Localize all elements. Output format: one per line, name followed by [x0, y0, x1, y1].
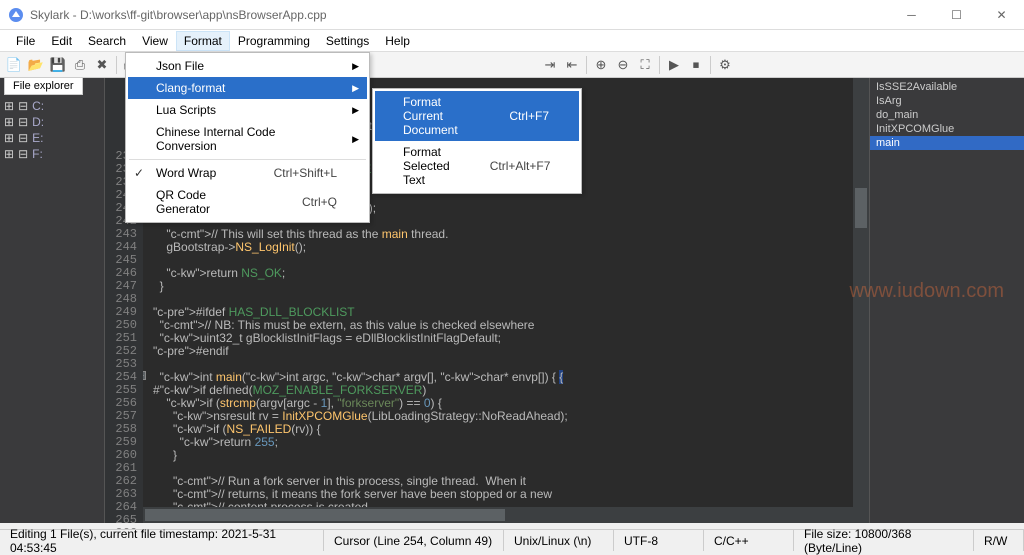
code-line[interactable]: "c-kw">return 255; [153, 436, 869, 449]
menu-format[interactable]: Format [176, 31, 230, 51]
menuitem-chinese-internal-code-conversion[interactable]: Chinese Internal Code Conversion▶ [128, 121, 367, 157]
code-line[interactable]: "c-pre">#endif [153, 345, 869, 358]
file-explorer-tab[interactable]: File explorer [4, 77, 83, 95]
code-line[interactable]: } [153, 449, 869, 462]
stop-icon[interactable]: ⏹ [686, 55, 706, 75]
menu-edit[interactable]: Edit [43, 31, 80, 51]
save-all-icon[interactable]: ⎙ [70, 55, 90, 75]
save-icon[interactable]: 💾 [48, 55, 68, 75]
indent-icon[interactable]: ⇥ [540, 55, 560, 75]
drive-C[interactable]: ⊞⊟C: [0, 98, 104, 114]
status-language[interactable]: C/C++ [704, 530, 794, 551]
title-bar: Skylark - D:\works\ff-git\browser\app\ns… [0, 0, 1024, 30]
symbol-IsArg[interactable]: IsArg [870, 94, 1024, 108]
menu-programming[interactable]: Programming [230, 31, 318, 51]
fullscreen-icon[interactable]: ⛶ [635, 55, 655, 75]
code-line[interactable]: "c-kw">uint32_t gBlocklistInitFlags = eD… [153, 332, 869, 345]
status-file-info: Editing 1 File(s), current file timestam… [0, 530, 324, 551]
symbol-do_main[interactable]: do_main [870, 108, 1024, 122]
close-file-icon[interactable]: ✖ [92, 55, 112, 75]
symbol-InitXPCOMGlue[interactable]: InitXPCOMGlue [870, 122, 1024, 136]
drive-F[interactable]: ⊞⊟F: [0, 146, 104, 162]
code-line[interactable]: "c-kw">return NS_OK; [153, 267, 869, 280]
symbol-IsSSE2Available[interactable]: IsSSE2Available [870, 80, 1024, 94]
status-bar: Editing 1 File(s), current file timestam… [0, 529, 1024, 551]
menuitem-lua-scripts[interactable]: Lua Scripts▶ [128, 99, 367, 121]
menu-search[interactable]: Search [80, 31, 134, 51]
format-menu-dropdown: Json File▶Clang-format▶Lua Scripts▶Chine… [125, 52, 370, 223]
status-filesize: File size: 10800/368 (Byte/Line) [794, 530, 974, 551]
status-mode: R/W [974, 530, 1024, 551]
minimize-button[interactable]: ─ [889, 0, 934, 29]
zoom-out-icon[interactable]: ⊖ [613, 55, 633, 75]
symbol-main[interactable]: main [870, 136, 1024, 150]
vertical-scrollbar[interactable] [853, 78, 869, 507]
app-icon [8, 7, 24, 23]
menuitem-clang-format[interactable]: Clang-format▶ [128, 77, 367, 99]
status-cursor: Cursor (Line 254, Column 49) [324, 530, 504, 551]
menuitem-format-current-document[interactable]: Format Current DocumentCtrl+F7 [375, 91, 579, 141]
menuitem-json-file[interactable]: Json File▶ [128, 55, 367, 77]
code-line[interactable]: } [153, 280, 869, 293]
maximize-button[interactable]: ☐ [934, 0, 979, 29]
status-eol[interactable]: Unix/Linux (\n) [504, 530, 614, 551]
menuitem-word-wrap[interactable]: ✓Word WrapCtrl+Shift+L [128, 162, 367, 184]
outdent-icon[interactable]: ⇤ [562, 55, 582, 75]
close-button[interactable]: ✕ [979, 0, 1024, 29]
menu-help[interactable]: Help [377, 31, 418, 51]
settings-icon[interactable]: ⚙ [715, 55, 735, 75]
horizontal-scrollbar[interactable] [143, 507, 869, 523]
menu-bar: FileEditSearchViewFormatProgrammingSetti… [0, 30, 1024, 52]
symbol-panel: IsSSE2AvailableIsArgdo_mainInitXPCOMGlue… [869, 78, 1024, 523]
code-line[interactable]: gBootstrap->NS_LogInit(); [153, 241, 869, 254]
window-title: Skylark - D:\works\ff-git\browser\app\ns… [30, 8, 889, 22]
menu-view[interactable]: View [134, 31, 176, 51]
menuitem-qr-code-generator[interactable]: QR Code GeneratorCtrl+Q [128, 184, 367, 220]
new-file-icon[interactable]: 📄 [4, 55, 24, 75]
menu-settings[interactable]: Settings [318, 31, 377, 51]
menuitem-format-selected-text[interactable]: Format Selected TextCtrl+Alt+F7 [375, 141, 579, 191]
menu-file[interactable]: File [8, 31, 43, 51]
zoom-in-icon[interactable]: ⊕ [591, 55, 611, 75]
drive-E[interactable]: ⊞⊟E: [0, 130, 104, 146]
open-file-icon[interactable]: 📂 [26, 55, 46, 75]
status-encoding[interactable]: UTF-8 [614, 530, 704, 551]
clang-format-submenu: Format Current DocumentCtrl+F7Format Sel… [372, 88, 582, 194]
file-explorer-panel: File explorer ⊞⊟C:⊞⊟D:⊞⊟E:⊞⊟F: [0, 78, 105, 523]
drive-D[interactable]: ⊞⊟D: [0, 114, 104, 130]
run-icon[interactable]: ▶ [664, 55, 684, 75]
